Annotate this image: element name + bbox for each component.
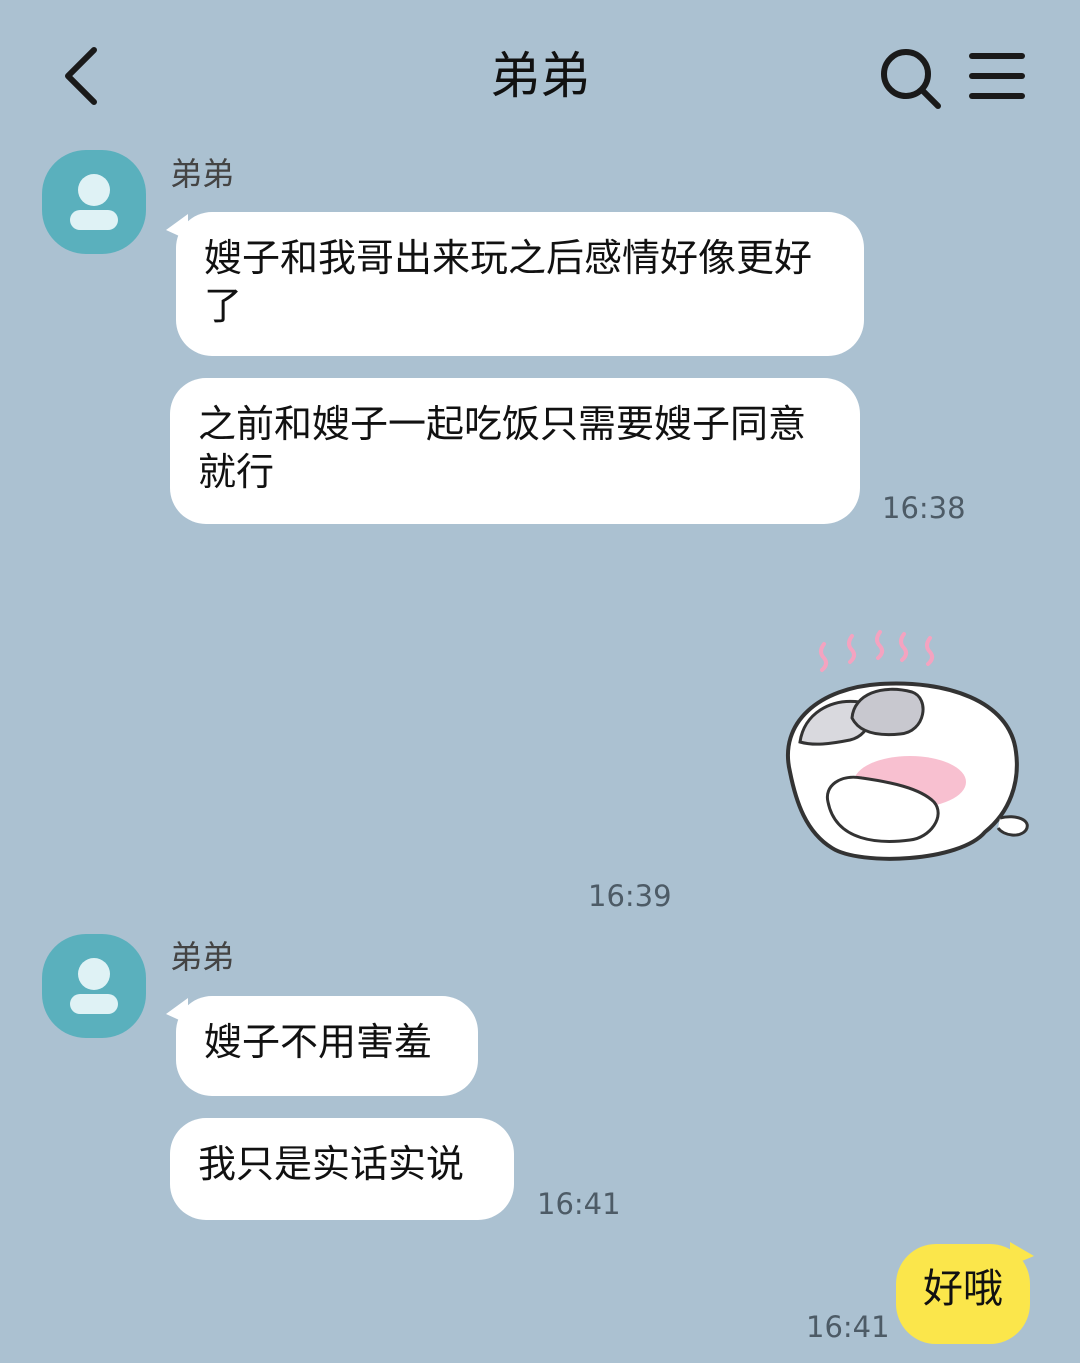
message-bubble[interactable]: 嫂子和我哥出来玩之后感情好像更好了 xyxy=(176,212,864,356)
message-time: 16:41 xyxy=(537,1187,621,1221)
sticker[interactable] xyxy=(770,622,1040,872)
sender-name: 弟弟 xyxy=(170,938,235,976)
search-button[interactable] xyxy=(878,46,942,110)
message-bubble[interactable]: 嫂子不用害羞 xyxy=(176,996,478,1096)
menu-button[interactable] xyxy=(968,50,1026,102)
message-time: 16:41 xyxy=(806,1310,890,1344)
avatar[interactable] xyxy=(42,150,146,254)
user-icon xyxy=(70,174,118,230)
sender-name: 弟弟 xyxy=(170,155,235,193)
message-time: 16:39 xyxy=(588,879,672,913)
message-bubble[interactable]: 之前和嫂子一起吃饭只需要嫂子同意就行 xyxy=(170,378,860,524)
hamburger-menu-icon xyxy=(969,53,1025,99)
my-message-bubble[interactable]: 好哦 xyxy=(896,1244,1030,1344)
avatar[interactable] xyxy=(42,934,146,1038)
message-bubble[interactable]: 我只是实话实说 xyxy=(170,1118,514,1220)
shy-bunny-sticker xyxy=(786,630,1029,861)
user-icon xyxy=(70,958,118,1014)
search-icon xyxy=(881,49,941,109)
message-time: 16:38 xyxy=(882,491,966,525)
